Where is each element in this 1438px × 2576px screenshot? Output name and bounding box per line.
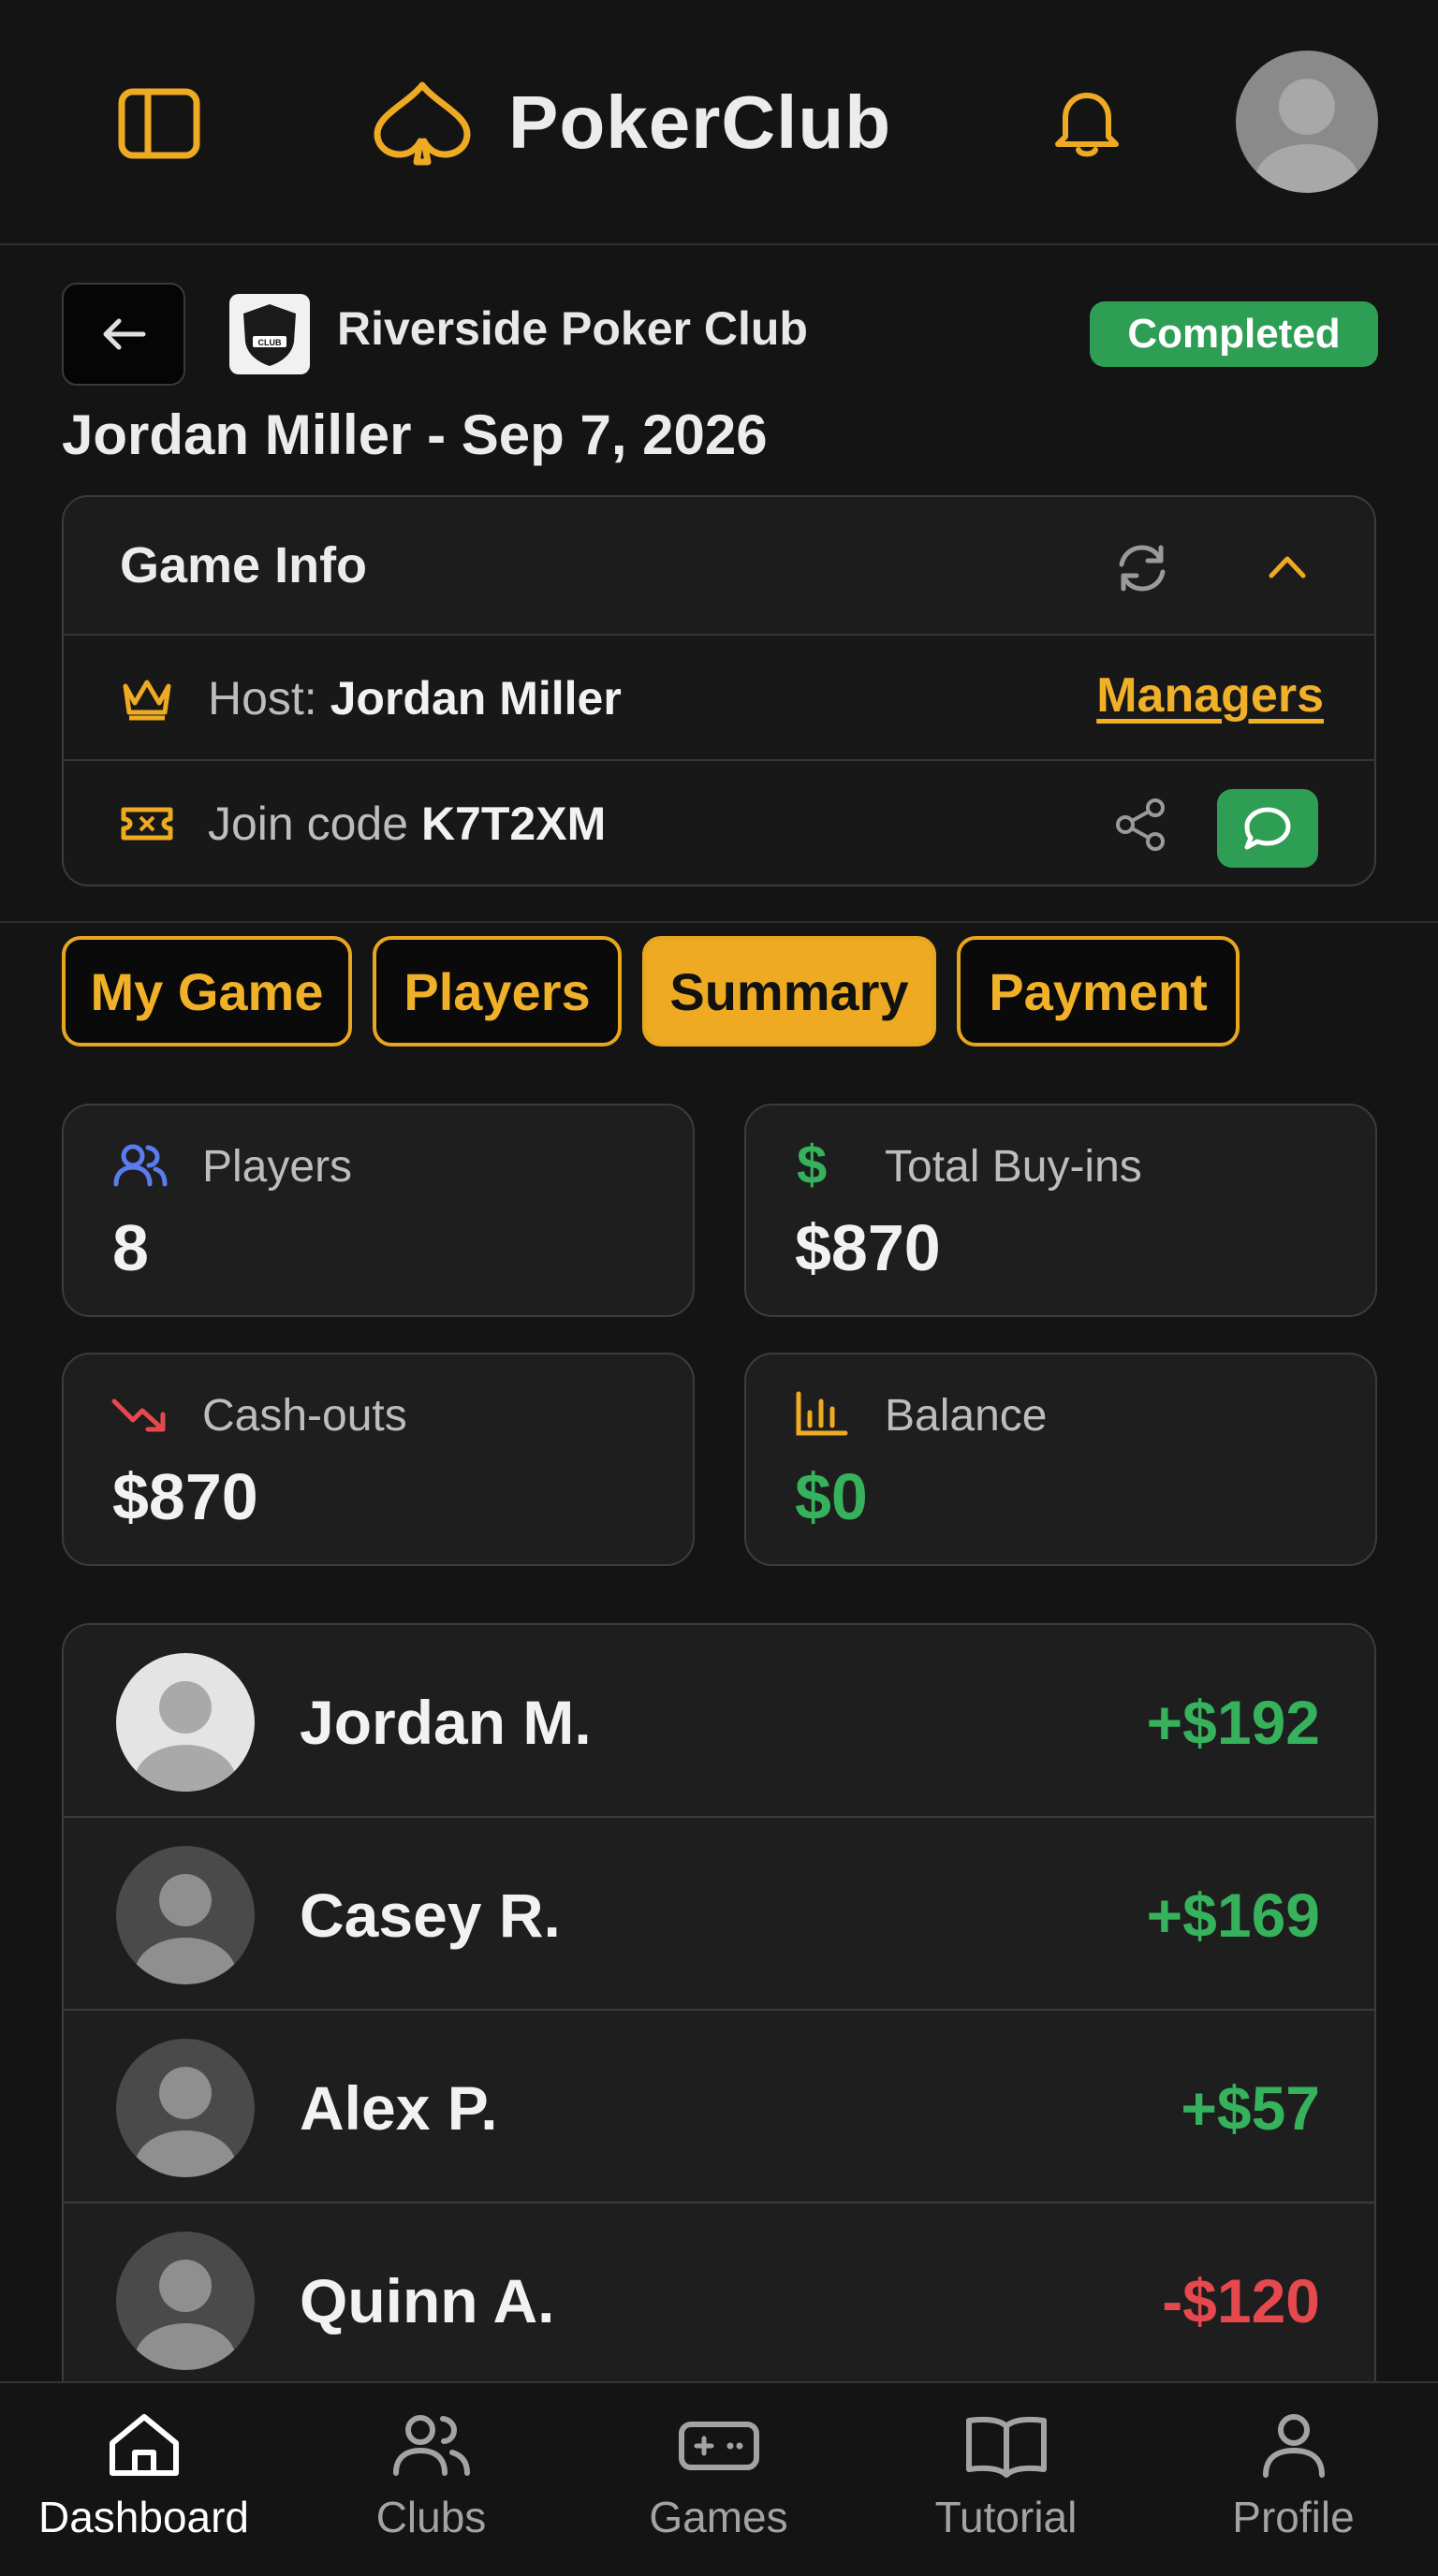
tabs: My Game Players Summary Payment: [62, 936, 1240, 1046]
player-row[interactable]: Alex P. +$57: [64, 2011, 1374, 2203]
nav-label: Dashboard: [37, 2493, 250, 2541]
divider: [0, 921, 1438, 923]
nav-label: Profile: [1232, 2493, 1355, 2541]
player-amount: +$57: [1181, 2073, 1320, 2143]
refresh-button[interactable]: [1112, 538, 1172, 598]
club-logo-text: CLUB: [258, 338, 282, 347]
host-text: Host: Jordan Miller: [208, 671, 622, 725]
refresh-icon: [1119, 545, 1166, 592]
bell-icon: [1055, 93, 1119, 157]
tab-payment[interactable]: Payment: [957, 936, 1240, 1046]
player-name: Quinn A.: [300, 2266, 555, 2335]
book-icon: [965, 2416, 1047, 2478]
chat-bubble-icon: [1244, 807, 1291, 850]
player-avatar: [116, 1653, 255, 1792]
user-avatar-icon: [135, 2067, 236, 2177]
nav-label: Tutorial: [934, 2493, 1078, 2541]
trending-down-icon: [110, 1390, 170, 1443]
stat-value-players: 8: [112, 1211, 149, 1284]
join-code-label: Join code: [208, 798, 409, 850]
join-code-text: Join code K7T2XM: [208, 797, 606, 851]
user-avatar-icon: [1255, 79, 1359, 193]
stat-value-balance: $0: [795, 1460, 868, 1533]
player-name: Jordan M.: [300, 1688, 592, 1757]
users-icon: [392, 2415, 470, 2476]
club-name[interactable]: Riverside Poker Club: [337, 301, 808, 356]
stat-value-buyins: $870: [795, 1211, 941, 1284]
stat-label-players: Players: [202, 1142, 353, 1192]
users-icon: [110, 1141, 170, 1194]
page-title: Jordan Miller - Sep 7, 2026: [62, 403, 768, 466]
user-avatar-icon: [135, 2260, 236, 2370]
stat-card-players: Players 8: [62, 1104, 695, 1317]
gamepad-icon: [678, 2422, 759, 2470]
nav-tutorial[interactable]: Tutorial: [862, 2383, 1150, 2576]
bottom-nav: Dashboard Clubs Games Tutorial Profile: [0, 2381, 1438, 2576]
player-results-list: Jordan M. +$192 Casey R. +$169 Alex P. +…: [62, 1623, 1376, 2391]
player-avatar: [116, 2232, 255, 2370]
stat-card-balance: Balance $0: [744, 1353, 1377, 1566]
stat-label-cashouts: Cash-outs: [202, 1391, 407, 1441]
nav-clubs[interactable]: Clubs: [287, 2383, 575, 2576]
brand[interactable]: PokerClub: [370, 66, 891, 180]
stat-value-cashouts: $870: [112, 1460, 258, 1533]
host-name: Jordan Miller: [330, 672, 622, 724]
club-shield-icon: CLUB: [243, 304, 296, 366]
sidebar-toggle-button[interactable]: [110, 75, 208, 172]
host-label: Host:: [208, 672, 317, 724]
share-button[interactable]: [1112, 797, 1168, 857]
managers-link[interactable]: Managers: [1096, 667, 1324, 724]
user-avatar-icon: [135, 1874, 236, 1984]
club-logo: CLUB: [229, 294, 310, 374]
player-avatar: [116, 1846, 255, 1984]
chat-share-button[interactable]: [1217, 789, 1318, 868]
user-avatar-icon: [135, 1681, 236, 1792]
app-header: PokerClub: [0, 0, 1438, 245]
player-avatar: [116, 2039, 255, 2177]
stat-label-buyins: Total Buy-ins: [885, 1142, 1142, 1192]
player-amount: -$120: [1162, 2266, 1320, 2335]
player-amount: +$169: [1146, 1881, 1320, 1950]
join-code-row: Join code K7T2XM: [64, 763, 1374, 885]
tab-players[interactable]: Players: [373, 936, 622, 1046]
home-icon: [109, 2414, 179, 2476]
game-info-header[interactable]: Game Info: [64, 497, 1374, 636]
dollar-icon: $: [797, 1134, 828, 1195]
stat-label-balance: Balance: [885, 1391, 1048, 1441]
join-code-value[interactable]: K7T2XM: [421, 798, 606, 850]
game-info-title: Game Info: [120, 537, 368, 593]
player-row[interactable]: Quinn A. -$120: [64, 2203, 1374, 2391]
stat-card-cashouts: Cash-outs $870: [62, 1353, 695, 1566]
spade-icon: [374, 81, 471, 166]
chevron-up-icon: [1269, 556, 1306, 578]
notifications-button[interactable]: [1045, 75, 1129, 168]
player-row[interactable]: Casey R. +$169: [64, 1818, 1374, 2011]
app-name: PokerClub: [508, 80, 892, 164]
collapse-button[interactable]: [1264, 544, 1311, 591]
nav-profile[interactable]: Profile: [1150, 2383, 1437, 2576]
bar-chart-icon: [793, 1390, 849, 1443]
player-row[interactable]: Jordan M. +$192: [64, 1625, 1374, 1818]
host-row: Host: Jordan Miller Managers: [64, 637, 1374, 761]
nav-dashboard[interactable]: Dashboard: [0, 2383, 287, 2576]
tab-summary[interactable]: Summary: [642, 936, 936, 1046]
sidebar-toggle-icon: [118, 88, 200, 159]
stat-card-buyins: $ Total Buy-ins $870: [744, 1104, 1377, 1317]
player-amount: +$192: [1146, 1688, 1320, 1757]
player-name: Casey R.: [300, 1881, 561, 1950]
nav-label: Clubs: [375, 2493, 487, 2541]
ticket-icon: [120, 800, 174, 852]
user-avatar[interactable]: [1236, 51, 1378, 193]
back-button[interactable]: [62, 283, 185, 386]
tab-my-game[interactable]: My Game: [62, 936, 352, 1046]
arrow-left-icon: [103, 318, 146, 350]
crown-icon: [120, 675, 174, 726]
game-info-card: Game Info Host: Jordan Miller Managers J…: [62, 495, 1376, 886]
nav-label: Games: [649, 2493, 788, 2541]
player-name: Alex P.: [300, 2073, 498, 2143]
nav-games[interactable]: Games: [575, 2383, 862, 2576]
share-icon: [1116, 798, 1165, 851]
status-badge: Completed: [1090, 301, 1378, 367]
user-icon: [1262, 2414, 1325, 2478]
